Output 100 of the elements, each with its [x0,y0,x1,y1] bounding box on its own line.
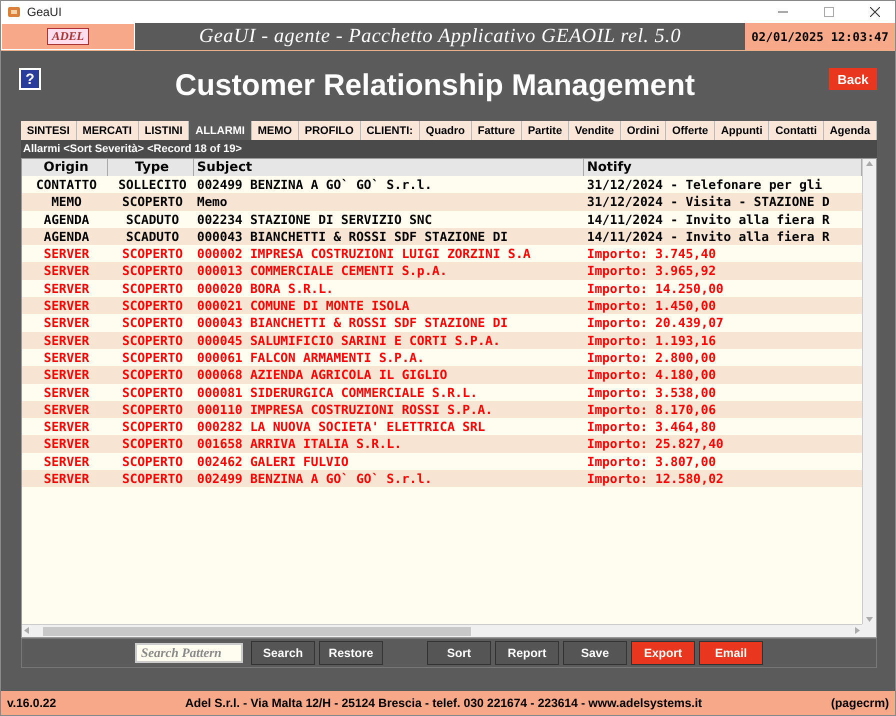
table-cell-text: SCOPERTO [121,470,184,488]
tab[interactable]: Partite [522,121,569,140]
table-cell-text: SCOPERTO [121,280,184,298]
table-cell-text: Importo: 1.193,16 [586,332,717,349]
tab[interactable]: Offerte [666,121,716,140]
tab[interactable]: LISTINI [138,121,190,140]
table-cell-text: SCOPERTO [121,193,184,211]
window-title: GeaUI [27,5,63,19]
tab[interactable]: Appunti [715,121,770,140]
toolbar-button[interactable]: Report [495,641,559,665]
table-cell-text: SERVER [42,245,90,262]
page-title: Customer Relationship Management [174,69,696,103]
table-cell-text: SERVER [42,314,90,332]
table-cell-text: 000045 SALUMIFICIO SARINI E CORTI S.P.A. [196,332,502,349]
page-code: (pagecrm) [830,696,889,710]
search-field[interactable]: Search Pattern [135,643,243,663]
table-cell-text: 000282 LA NUOVA SOCIETA' ELETTRICA SRL [196,418,486,436]
table-cell-text: 002499 BENZINA A GO` GO` S.r.l. [196,176,434,194]
table-cell-text: SERVER [42,280,90,298]
table-cell-text: SCOPERTO [121,314,184,332]
table-cell-text: SERVER [42,384,90,401]
tab[interactable]: CLIENTI: [360,121,420,140]
table-cell-text: Importo: 25.827,40 [586,435,724,453]
table-cell-text: Importo: 12.580,02 [586,470,724,488]
scroll-right-icon[interactable] [855,626,860,634]
table-row[interactable]: SERVER SCOPERTO 000081 SIDERURGICA COMMERCIALE S.R.L. Importo: 3.538,00 [22,384,862,401]
table-row[interactable]: AGENDA SCADUTO 002234 STAZIONE DI SERVIZIO SNC 14/11/2024 - Invito alla fiera R [22,210,862,228]
tab[interactable]: SINTESI [21,121,77,140]
toolbar-button[interactable]: Restore [319,641,383,665]
table-cell-text: SCOPERTO [121,262,184,280]
table-cell-text: SERVER [42,452,90,470]
table-cell-text: Importo: 20.439,07 [586,314,724,332]
banner-title: GeaUI - agente - Pacchetto Applicativo GEAOIL rel. 5.0 [198,24,682,49]
table-cell-text: 000110 IMPRESA COSTRUZIONI ROSSI S.P.A. [196,400,494,418]
tab[interactable]: Fatture [472,121,522,140]
table-cell-text: AGENDA [42,210,90,228]
table-cell-text: 002499 BENZINA A GO` GO` S.r.l. [196,470,434,488]
toolbar-button[interactable]: Sort [427,641,491,665]
date-time: 02/01/2025 12:03:47 [745,23,895,50]
table-cell-text: 000013 COMMERCIALE CEMENTI S.p.A. [196,262,448,280]
table-cell-text: AGENDA [42,228,90,246]
table-cell-text: 000043 BIANCHETTI & ROSSI SDF STAZIONE DI [196,228,509,246]
tab[interactable]: Contatti [769,121,824,140]
scroll-left-icon[interactable] [24,626,29,634]
table-cell-text: 000021 COMUNE DI MONTE ISOLA [196,297,410,314]
table-cell-text: MEMO [50,193,83,211]
table-cell-text: SERVER [42,348,90,366]
table-cell-text: Importo: 2.800,00 [586,348,717,366]
table-cell-text: SCOPERTO [121,400,184,418]
table-cell-text: SCOPERTO [121,348,184,366]
table-cell-text: Importo: 3.965,92 [586,262,717,280]
table-cell-text: 000002 IMPRESA COSTRUZIONI LUIGI ZORZINI S.A [196,245,532,262]
table-cell-text: Importo: 14.250,00 [586,280,724,298]
table-row[interactable]: MEMO SCOPERTO Memo 31/12/2024 - Visita - STAZIONE D [22,193,862,211]
help-button[interactable]: ? [19,68,41,90]
table-cell-text: SCADUTO [124,228,180,246]
table-cell-text: SERVER [42,418,90,436]
table-cell-text: SERVER [42,297,90,314]
tab[interactable]: MERCATI [76,121,139,140]
table-cell-text: Memo [196,193,228,211]
tab[interactable]: Quadro [420,121,472,140]
horizontal-scrollbar[interactable] [22,624,862,637]
tab[interactable]: Vendite [569,121,621,140]
table-cell-text: Importo: 8.170,06 [586,400,717,418]
table-cell-text: SCOPERTO [121,435,184,453]
scroll-up-icon[interactable] [866,161,873,166]
table-cell-text: 31/12/2024 - Telefonare per gli [586,176,824,194]
vertical-scrollbar[interactable] [862,159,876,624]
tab[interactable]: PROFILO [298,121,361,140]
toolbar-button[interactable]: Export [631,641,695,665]
table-cell-text: 000020 BORA S.R.L. [196,280,334,298]
table-cell-text: SCOPERTO [121,384,184,401]
version-label: v.16.0.22 [7,696,56,710]
back-button[interactable]: Back [829,68,877,90]
table-cell-text: CONTATTO [35,176,98,194]
logo-text: ADEL [46,28,89,45]
toolbar-button[interactable]: Search [251,641,315,665]
tab[interactable]: Agenda [824,121,877,140]
toolbar-button[interactable]: Save [563,641,627,665]
table-cell-text: SERVER [42,470,90,488]
table-cell-text: 002462 GALERI FULVIO [196,452,350,470]
table-cell-text: 000068 AZIENDA AGRICOLA IL GIGLIO [196,366,448,384]
table-cell-text: SCOPERTO [121,452,184,470]
app-icon [7,5,21,19]
scroll-down-icon[interactable] [866,617,873,622]
table-cell-text: 002234 STAZIONE DI SERVIZIO SNC [196,210,434,228]
table-row[interactable]: AGENDA SCADUTO 000043 BIANCHETTI & ROSSI SDF STAZIONE DI 14/11/2024 - Invito alla fiera R [22,228,862,246]
table-row[interactable]: CONTATTO SOLLECITO 002499 BENZINA A GO` GO` S.r.l. 31/12/2024 - Telefonare per gli [22,176,862,194]
tab[interactable]: Ordini [620,121,666,140]
table-cell-text: SCOPERTO [121,297,184,314]
company-info: Adel S.r.l. - Via Malta 12/H - 25124 Brescia - telef. 030 221674 - 223614 - www.adelsystems.it [185,696,702,710]
table-cell-text: 14/11/2024 - Invito alla fiera R [586,210,831,228]
table-cell-text: 000081 SIDERURGICA COMMERCIALE S.R.L. [196,384,479,401]
table-cell-text: SERVER [42,435,90,453]
table-cell-text: 31/12/2024 - Visita - STAZIONE D [586,193,831,211]
table-cell-text: SERVER [42,262,90,280]
table-cell-text: Importo: 4.180,00 [586,366,717,384]
table-cell-text: Importo: 1.450,00 [586,297,717,314]
toolbar-button[interactable]: Email [699,641,763,665]
tab[interactable]: MEMO [252,121,299,140]
